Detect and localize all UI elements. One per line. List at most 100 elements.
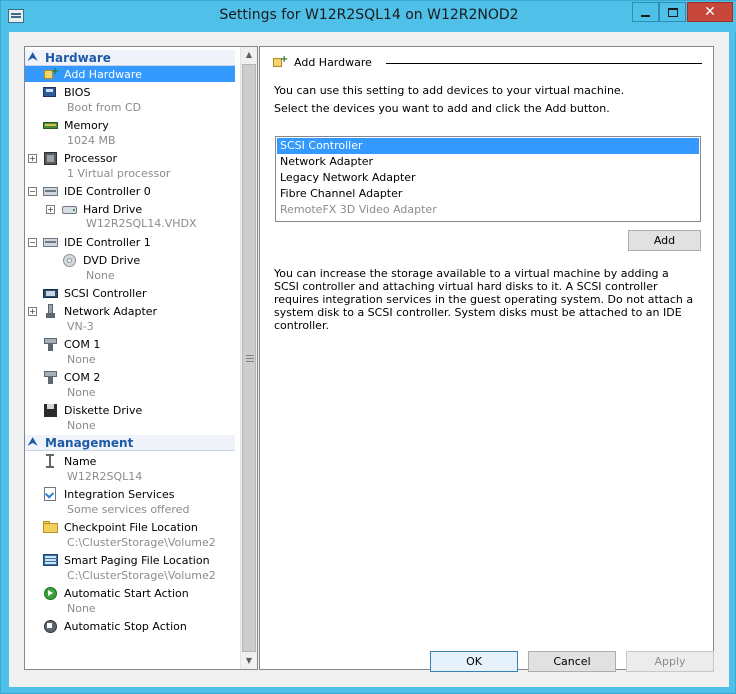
tree-item-bios[interactable]: BIOS xyxy=(25,84,235,100)
tree-item-detail: W12R2SQL14 xyxy=(67,470,143,483)
tree-item-checkpoint-detail: C:\ClusterStorage\Volume2 xyxy=(25,535,235,551)
ok-button[interactable]: OK xyxy=(430,651,518,672)
close-icon: ✕ xyxy=(704,4,716,20)
title-bar[interactable]: Settings for W12R2SQL14 on W12R2NOD2 ✕ xyxy=(1,1,736,33)
expand-plus-icon[interactable]: + xyxy=(28,154,37,163)
device-listbox[interactable]: SCSI Controller Network Adapter Legacy N… xyxy=(275,136,701,222)
add-hardware-icon: + xyxy=(272,55,288,69)
close-button[interactable]: ✕ xyxy=(687,2,733,22)
add-button[interactable]: Add xyxy=(628,230,701,251)
tree-item-com1-detail: None xyxy=(25,352,235,368)
tree-item-detail: Boot from CD xyxy=(67,101,142,114)
tree-item-detail: None xyxy=(67,386,96,399)
tree-item-ide-controller-1[interactable]: − IDE Controller 1 xyxy=(25,234,235,250)
tree-item-integration-detail: Some services offered xyxy=(25,502,235,518)
stop-action-icon xyxy=(43,619,58,633)
tree-item-label: IDE Controller 1 xyxy=(64,236,151,249)
scroll-up-arrow-icon[interactable]: ▲ xyxy=(241,47,257,63)
tree-item-automatic-start-detail: None xyxy=(25,601,235,617)
group-divider xyxy=(386,63,702,64)
ide-controller-icon xyxy=(43,235,58,249)
tree-item-hard-drive-detail: W12R2SQL14.VHDX xyxy=(25,216,235,232)
tree-item-label: Network Adapter xyxy=(64,305,158,318)
integration-services-icon xyxy=(43,487,58,501)
hardware-section-header[interactable]: ⮝ Hardware xyxy=(25,50,235,66)
tree-item-label: Hard Drive xyxy=(83,203,143,216)
maximize-button[interactable] xyxy=(659,2,686,22)
tree-item-label: Processor xyxy=(64,152,117,165)
tree-item-name-detail: W12R2SQL14 xyxy=(25,469,235,485)
tree-item-add-hardware[interactable]: + Add Hardware xyxy=(25,66,235,82)
start-action-icon xyxy=(43,586,58,600)
hardware-header-label: Hardware xyxy=(45,51,111,65)
tree-vertical-scrollbar[interactable]: ▲ ▼ xyxy=(240,47,257,669)
tree-item-detail: C:\ClusterStorage\Volume2 xyxy=(67,569,216,582)
tree-item-detail: None xyxy=(67,602,96,615)
tree-item-com1[interactable]: COM 1 xyxy=(25,336,235,352)
intro-text: You can use this setting to add devices … xyxy=(274,84,625,97)
diskette-drive-icon xyxy=(43,403,58,417)
tree-item-ide-controller-0[interactable]: − IDE Controller 0 xyxy=(25,183,235,199)
processor-icon xyxy=(43,151,58,165)
tree-item-network-adapter-detail: VN-3 xyxy=(25,319,235,335)
tree-item-smart-paging[interactable]: Smart Paging File Location xyxy=(25,552,235,568)
instruction-text: Select the devices you want to add and c… xyxy=(274,102,610,115)
tree-item-memory[interactable]: Memory xyxy=(25,117,235,133)
management-header-label: Management xyxy=(45,436,134,450)
tree-item-label: DVD Drive xyxy=(83,254,141,267)
collapse-minus-icon[interactable]: − xyxy=(28,187,37,196)
tree-item-hard-drive[interactable]: + Hard Drive xyxy=(25,201,235,217)
dvd-drive-icon xyxy=(62,253,77,267)
tree-item-processor-detail: 1 Virtual processor xyxy=(25,166,235,182)
scroll-down-arrow-icon[interactable]: ▼ xyxy=(241,653,257,669)
tree-item-detail: None xyxy=(86,269,115,282)
tree-item-label: Diskette Drive xyxy=(64,404,143,417)
device-option[interactable]: Fibre Channel Adapter xyxy=(277,186,699,202)
tree-item-label: Automatic Stop Action xyxy=(64,620,187,633)
tree-item-diskette-drive[interactable]: Diskette Drive xyxy=(25,402,235,418)
device-option[interactable]: Legacy Network Adapter xyxy=(277,170,699,186)
scsi-description-text: You can increase the storage available t… xyxy=(274,267,694,332)
tree-item-detail: Some services offered xyxy=(67,503,190,516)
tree-item-com2-detail: None xyxy=(25,385,235,401)
device-option[interactable]: Network Adapter xyxy=(277,154,699,170)
collapse-minus-icon[interactable]: − xyxy=(28,238,37,247)
name-cursor-icon xyxy=(43,454,58,468)
tree-item-dvd-drive[interactable]: DVD Drive xyxy=(25,252,235,268)
expand-plus-icon[interactable]: + xyxy=(28,307,37,316)
tree-item-processor[interactable]: + Processor xyxy=(25,150,235,166)
minimize-button[interactable] xyxy=(632,2,659,22)
tree-item-label: COM 2 xyxy=(64,371,101,384)
tree-item-network-adapter[interactable]: + Network Adapter xyxy=(25,303,235,319)
tree-item-label: Automatic Start Action xyxy=(64,587,189,600)
scrollbar-thumb[interactable] xyxy=(242,64,256,652)
tree-item-label: SCSI Controller xyxy=(64,287,147,300)
tree-item-integration-services[interactable]: Integration Services xyxy=(25,486,235,502)
window-title: Settings for W12R2SQL14 on W12R2NOD2 xyxy=(219,7,519,23)
tree-item-checkpoint-location[interactable]: Checkpoint File Location xyxy=(25,519,235,535)
collapse-chevron-icon[interactable]: ⮝ xyxy=(28,435,37,449)
tree-item-label: Name xyxy=(64,455,97,468)
tree-item-detail: None xyxy=(67,353,96,366)
tree-item-com2[interactable]: COM 2 xyxy=(25,369,235,385)
tree-item-dvd-drive-detail: None xyxy=(25,268,235,284)
minimize-icon xyxy=(641,14,650,17)
memory-icon xyxy=(43,118,58,132)
tree-item-detail: 1 Virtual processor xyxy=(67,167,171,180)
hard-drive-icon xyxy=(62,202,77,216)
network-adapter-icon xyxy=(43,304,58,318)
device-option[interactable]: SCSI Controller xyxy=(277,138,699,154)
device-option: RemoteFX 3D Video Adapter xyxy=(280,203,437,216)
collapse-chevron-icon[interactable]: ⮝ xyxy=(28,50,37,64)
tree-item-scsi-controller[interactable]: SCSI Controller xyxy=(25,285,235,301)
cancel-button[interactable]: Cancel xyxy=(528,651,616,672)
expand-plus-icon[interactable]: + xyxy=(46,205,55,214)
com-port-icon xyxy=(43,337,58,351)
tree-item-automatic-start[interactable]: Automatic Start Action xyxy=(25,585,235,601)
tree-item-label: Memory xyxy=(64,119,109,132)
add-hardware-icon: + xyxy=(43,67,59,81)
settings-tree-content: ⮝ Hardware + Add Hardware BIOS Boot from… xyxy=(25,47,235,669)
management-section-header[interactable]: ⮝ Management xyxy=(25,435,235,451)
tree-item-automatic-stop[interactable]: Automatic Stop Action xyxy=(25,618,235,634)
tree-item-name[interactable]: Name xyxy=(25,453,235,469)
